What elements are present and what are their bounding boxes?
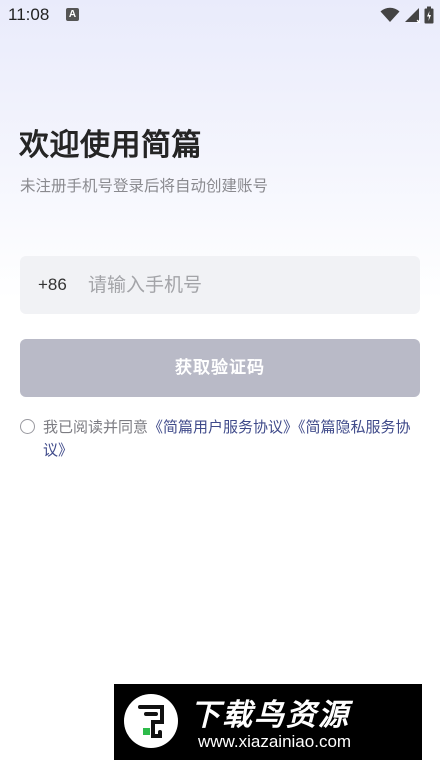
- agreement-prefix: 我已阅读并同意: [43, 418, 149, 436]
- phone-number-input[interactable]: [88, 256, 408, 314]
- battery-icon: [424, 6, 434, 24]
- page-title: 欢迎使用简篇: [19, 128, 202, 163]
- page-subtitle: 未注册手机号登录后将自动创建账号: [20, 177, 269, 195]
- get-verification-code-button[interactable]: 获取验证码: [20, 339, 420, 397]
- watermark-name: 下载鸟资源: [190, 698, 350, 733]
- status-indicators: [380, 6, 434, 24]
- watermark-url: www.xiazainiao.com: [198, 732, 352, 751]
- status-bar: 11:08 A: [0, 0, 440, 32]
- country-code[interactable]: +86: [38, 256, 67, 314]
- user-agreement-link[interactable]: 《简篇用户服务协议》: [148, 418, 298, 436]
- watermark-banner: 下载鸟资源 www.xiazainiao.com: [114, 684, 422, 760]
- notification-a-icon: A: [66, 8, 79, 21]
- agreement-text: 我已阅读并同意《简篇用户服务协议》《简篇隐私服务协议》: [43, 416, 415, 462]
- wifi-icon: [380, 7, 400, 22]
- radio-unchecked-icon[interactable]: [20, 419, 35, 434]
- status-time: 11:08: [8, 5, 50, 24]
- watermark-logo: [124, 694, 178, 748]
- phone-input-row: +86: [20, 256, 420, 314]
- signal-icon: [405, 8, 420, 23]
